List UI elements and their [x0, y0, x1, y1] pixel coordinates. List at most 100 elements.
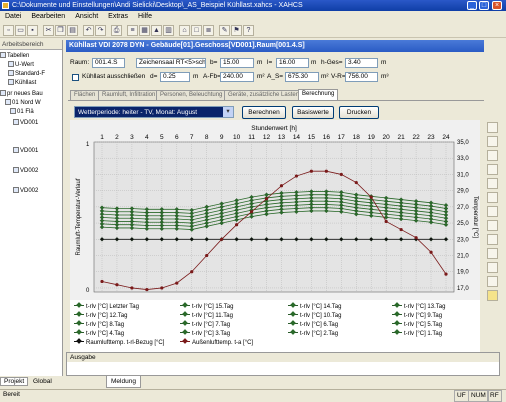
tree-node-project[interactable]: pr neues Bau	[0, 90, 43, 99]
tab-projekt[interactable]: Projekt	[0, 377, 29, 386]
x-tick-label: 10	[233, 134, 241, 141]
legend-label: t-rlv [°C] 8.Tag	[86, 322, 125, 328]
x-tick-label: 3	[130, 134, 134, 141]
maximize-button[interactable]: □	[479, 1, 489, 10]
l-unit: m	[311, 59, 317, 66]
pencil-icon[interactable]: ✎	[219, 25, 230, 36]
tree-node-vd002-a[interactable]: VD002	[13, 167, 38, 176]
data-point	[249, 210, 254, 214]
hges-input[interactable]: 3.40	[345, 58, 378, 68]
help-icon[interactable]: ?	[243, 25, 254, 36]
tree-node-standard[interactable]: Standard-F	[8, 70, 45, 79]
tree-node-vd001-a[interactable]: VD001	[13, 119, 38, 128]
paste-icon[interactable]: ▤	[67, 25, 78, 36]
save-chart-icon[interactable]	[487, 136, 498, 147]
raum-input[interactable]: 001.4.S	[92, 58, 125, 68]
redo-icon[interactable]: ↷	[95, 25, 106, 36]
y-tick-label: 25,0	[457, 221, 469, 227]
tab-flaechen[interactable]: Flächen	[70, 90, 100, 100]
copy-icon[interactable]: ❐	[55, 25, 66, 36]
berechnen-button[interactable]: Berechnen	[242, 106, 286, 119]
data-point	[339, 172, 343, 177]
drucken-button[interactable]: Drucken	[339, 106, 379, 119]
undo-icon[interactable]: ↶	[83, 25, 94, 36]
legend-swatch	[74, 341, 84, 342]
x-tick-label: 7	[190, 134, 194, 141]
note-icon[interactable]	[487, 290, 498, 301]
legend-toggle-icon[interactable]	[487, 234, 498, 245]
period-select[interactable]: Wetterperiode: heiter - TV, Monat: Augus…	[74, 106, 234, 118]
tree-node-tabellen[interactable]: Tabellen	[0, 52, 29, 61]
gallery-icon[interactable]	[487, 192, 498, 203]
tab-berechnung[interactable]: Berechnung	[298, 89, 339, 100]
kuehllast-checkbox[interactable]	[72, 74, 79, 81]
zeichensaal-input[interactable]: Zeichensaal RT<5>sch	[136, 58, 206, 68]
line-style-icon[interactable]	[487, 206, 498, 217]
legend-swatch	[180, 332, 190, 333]
data-point	[145, 287, 149, 292]
afb-input[interactable]: 240.00	[220, 72, 254, 82]
layer-icon[interactable]: ≣	[203, 25, 214, 36]
tab-personen[interactable]: Personen, Beleuchtung	[156, 90, 227, 100]
vr-input[interactable]: 756.00	[345, 72, 378, 82]
tree-node-vd002-b[interactable]: VD002	[13, 187, 38, 196]
menu-ansicht[interactable]: Ansicht	[70, 13, 103, 20]
table-icon	[8, 70, 14, 76]
as-unit: m²	[321, 73, 329, 80]
menu-datei[interactable]: Datei	[0, 13, 26, 20]
toolbar: ▫ ▭ ▪ ✂ ❐ ▤ ↶ ↷ ⎙ ≡ ▦ ▲ ▥ ⌂ □ ≣ ✎ ⚑ ?	[0, 23, 506, 38]
x-tick-label: 4	[145, 134, 149, 141]
menu-extras[interactable]: Extras	[103, 13, 133, 20]
x-tick-label: 17	[338, 134, 346, 141]
axis-icon[interactable]	[487, 262, 498, 273]
zoom-icon[interactable]	[487, 122, 498, 133]
chart-icon[interactable]: ▲	[151, 25, 162, 36]
b-input[interactable]: 15.00	[220, 58, 254, 68]
legend-label: t-rlv [°C] 5.Tag	[404, 322, 443, 328]
room-icon[interactable]: □	[191, 25, 202, 36]
tree-node-vd001-b[interactable]: VD001	[13, 147, 38, 156]
vr-unit: m³	[381, 73, 389, 80]
basiswerte-button[interactable]: Basiswerte	[292, 106, 334, 119]
cut-icon[interactable]: ✂	[43, 25, 54, 36]
tab-meldung[interactable]: Meldung	[106, 376, 141, 388]
calc-icon[interactable]: ≡	[127, 25, 138, 36]
open-folder-icon[interactable]: ▭	[15, 25, 26, 36]
y-left-tick-label: 1	[86, 142, 90, 148]
save-icon[interactable]: ▪	[27, 25, 38, 36]
close-button[interactable]: ×	[492, 1, 502, 10]
x-tick-label: 11	[248, 134, 255, 141]
copy-chart-icon[interactable]	[487, 150, 498, 161]
legend-swatch	[74, 332, 84, 333]
print-icon[interactable]: ⎙	[111, 25, 122, 36]
print-chart-icon[interactable]	[487, 164, 498, 175]
tree-node-kuehllast[interactable]: Kühllast	[8, 79, 36, 88]
x-tick-label: 23	[427, 134, 435, 141]
tree-node-floor[interactable]: 01 Flä	[10, 108, 34, 117]
export-icon[interactable]	[487, 276, 498, 287]
menu-hilfe[interactable]: Hilfe	[133, 13, 157, 20]
data-point	[205, 253, 209, 258]
chevron-down-icon[interactable]: ▾	[223, 107, 233, 117]
menu-bearbeiten[interactable]: Bearbeiten	[26, 13, 70, 20]
tree-node-building[interactable]: 01 Nord W	[5, 99, 41, 108]
table-icon[interactable]: ▥	[163, 25, 174, 36]
x-tick-label: 16	[323, 134, 331, 141]
building-icon[interactable]: ⌂	[179, 25, 190, 36]
grid-toggle-icon[interactable]	[487, 220, 498, 231]
d-input[interactable]: 0.25	[160, 72, 190, 82]
tab-raumluft[interactable]: Raumluft, Infiltration	[98, 90, 160, 100]
minimize-button[interactable]: _	[467, 1, 477, 10]
as-input[interactable]: 675.30	[285, 72, 319, 82]
tab-geraete[interactable]: Geräte, zusätzliche Lasten	[224, 90, 304, 100]
flag-icon[interactable]: ⚑	[231, 25, 242, 36]
data-point	[384, 219, 388, 224]
tab-global[interactable]: Global	[30, 378, 55, 385]
grid-icon[interactable]: ▦	[139, 25, 150, 36]
new-file-icon[interactable]: ▫	[3, 25, 14, 36]
series-icon[interactable]	[487, 248, 498, 259]
right-toolbar	[486, 120, 500, 310]
properties-icon[interactable]	[487, 178, 498, 189]
tree-node-uwert[interactable]: U-Wert	[8, 61, 34, 70]
l-input[interactable]: 16.00	[276, 58, 309, 68]
